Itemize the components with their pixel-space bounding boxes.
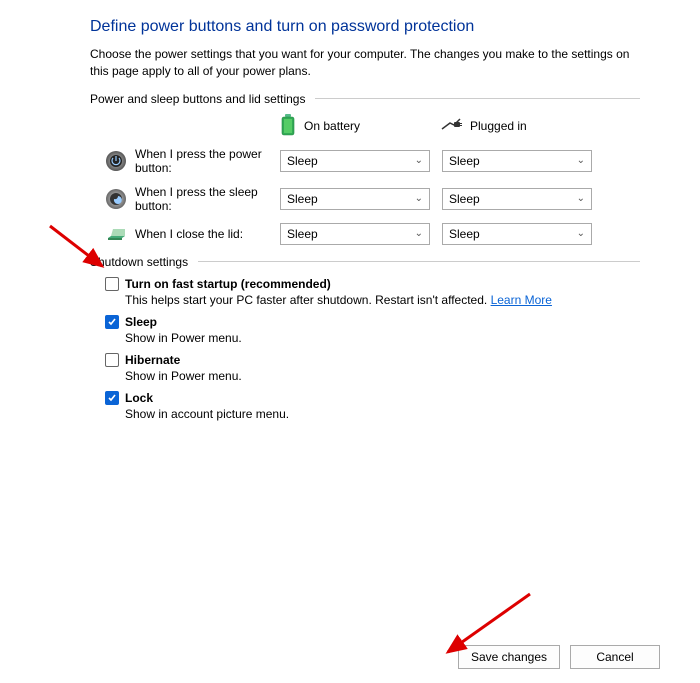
select-value: Sleep	[449, 227, 480, 241]
shutdown-item-sleep: Sleep Show in Power menu.	[105, 315, 640, 345]
checkbox-fast-startup-label: Turn on fast startup (recommended)	[125, 277, 331, 291]
battery-icon	[280, 114, 296, 139]
checkbox-hibernate[interactable]	[105, 353, 119, 367]
chevron-down-icon: ⌄	[577, 228, 585, 239]
col-plugged-in: Plugged in	[440, 114, 600, 139]
section-power-sleep-header: Power and sleep buttons and lid settings	[90, 92, 640, 106]
shutdown-item-hibernate: Hibernate Show in Power menu.	[105, 353, 640, 383]
row-power-button-label: When I press the power button:	[135, 147, 280, 175]
section-shutdown-label: Shutdown settings	[90, 255, 188, 269]
select-value: Sleep	[287, 227, 318, 241]
checkbox-lock-sub: Show in account picture menu.	[125, 407, 640, 421]
checkbox-fast-startup-sub: This helps start your PC faster after sh…	[125, 293, 640, 307]
save-changes-button[interactable]: Save changes	[458, 645, 560, 669]
checkbox-lock-label: Lock	[125, 391, 153, 405]
checkbox-hibernate-label: Hibernate	[125, 353, 180, 367]
footer-buttons: Save changes Cancel	[458, 645, 660, 669]
sleep-button-plugged-select[interactable]: Sleep ⌄	[442, 188, 592, 210]
checkbox-sleep-sub: Show in Power menu.	[125, 331, 640, 345]
col-battery-label: On battery	[304, 119, 360, 133]
row-sleep-button: When I press the sleep button: Sleep ⌄ S…	[105, 185, 640, 213]
chevron-down-icon: ⌄	[577, 155, 585, 166]
close-lid-battery-select[interactable]: Sleep ⌄	[280, 223, 430, 245]
learn-more-link[interactable]: Learn More	[491, 293, 552, 307]
select-value: Sleep	[287, 154, 318, 168]
power-button-icon	[105, 150, 127, 172]
section-shutdown-header: Shutdown settings	[90, 255, 640, 269]
col-on-battery: On battery	[280, 114, 440, 139]
select-value: Sleep	[287, 192, 318, 206]
chevron-down-icon: ⌄	[415, 228, 423, 239]
lid-icon	[105, 223, 127, 245]
shutdown-item-lock: Lock Show in account picture menu.	[105, 391, 640, 421]
checkbox-sleep-label: Sleep	[125, 315, 157, 329]
chevron-down-icon: ⌄	[415, 155, 423, 166]
col-plugged-label: Plugged in	[470, 119, 527, 133]
sleep-button-battery-select[interactable]: Sleep ⌄	[280, 188, 430, 210]
cancel-button[interactable]: Cancel	[570, 645, 660, 669]
page-title: Define power buttons and turn on passwor…	[90, 18, 640, 36]
checkbox-hibernate-sub: Show in Power menu.	[125, 369, 640, 383]
close-lid-plugged-select[interactable]: Sleep ⌄	[442, 223, 592, 245]
divider	[198, 261, 640, 262]
select-value: Sleep	[449, 154, 480, 168]
section-power-sleep-label: Power and sleep buttons and lid settings	[90, 92, 305, 106]
select-value: Sleep	[449, 192, 480, 206]
sleep-button-icon	[105, 188, 127, 210]
checkbox-fast-startup[interactable]	[105, 277, 119, 291]
power-button-battery-select[interactable]: Sleep ⌄	[280, 150, 430, 172]
divider	[315, 98, 640, 99]
page-description: Choose the power settings that you want …	[90, 46, 640, 80]
power-button-plugged-select[interactable]: Sleep ⌄	[442, 150, 592, 172]
plug-icon	[440, 117, 462, 136]
sub-text: This helps start your PC faster after sh…	[125, 293, 491, 307]
row-close-lid-label: When I close the lid:	[135, 227, 280, 241]
row-sleep-button-label: When I press the sleep button:	[135, 185, 280, 213]
chevron-down-icon: ⌄	[577, 193, 585, 204]
checkbox-sleep[interactable]	[105, 315, 119, 329]
checkbox-lock[interactable]	[105, 391, 119, 405]
column-headers: On battery Plugged in	[280, 114, 640, 139]
chevron-down-icon: ⌄	[415, 193, 423, 204]
shutdown-item-fast-startup: Turn on fast startup (recommended) This …	[105, 277, 640, 307]
row-power-button: When I press the power button: Sleep ⌄ S…	[105, 147, 640, 175]
row-close-lid: When I close the lid: Sleep ⌄ Sleep ⌄	[105, 223, 640, 245]
